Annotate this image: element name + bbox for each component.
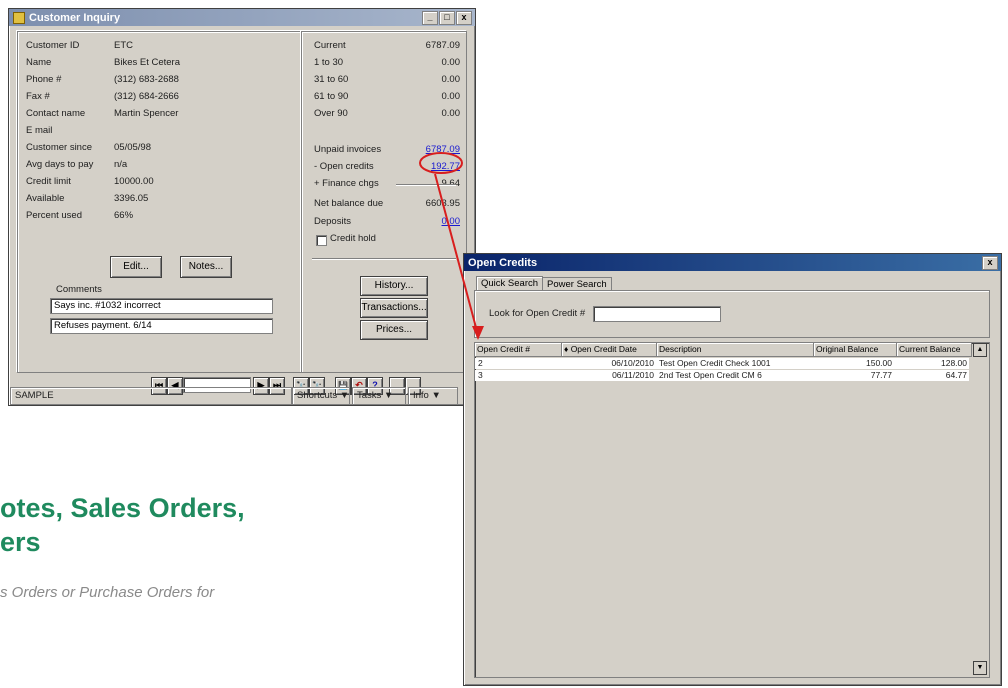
headline-line1: otes, Sales Orders, (0, 493, 245, 523)
maximize-button[interactable]: □ (439, 11, 455, 25)
info-menu[interactable]: Info ▼ (408, 387, 458, 405)
field-value: (312) 684-2666 (114, 91, 179, 102)
field-label: Available (26, 193, 65, 204)
field-value: 05/05/98 (114, 142, 151, 153)
notes-button[interactable]: Notes... (180, 256, 232, 278)
scroll-down-button[interactable]: ▼ (973, 661, 987, 675)
field-label: Percent used (26, 210, 82, 221)
aging-value: 6787.09 (425, 40, 460, 51)
field-label: E mail (26, 125, 53, 136)
aging-label: Current (314, 40, 346, 51)
aging-value: 0.00 (441, 108, 461, 119)
net-balance-label: Net balance due (314, 198, 384, 209)
col-open-credit-date[interactable]: ♦ Open Credit Date (562, 343, 657, 357)
field-label: Customer since (26, 142, 92, 153)
app-icon (13, 11, 25, 24)
cell-number: 3 (478, 370, 483, 380)
comment-line-2[interactable]: Refuses payment. 6/14 (50, 318, 273, 334)
shortcuts-menu[interactable]: Shortcuts ▼ (292, 387, 350, 405)
field-label: Customer ID (26, 40, 80, 51)
open-credits-window: Open Credits x Quick Search Power Search… (463, 253, 1002, 686)
prices-button[interactable]: Prices... (360, 320, 428, 340)
summary-link[interactable]: 6787.09 (426, 144, 460, 155)
summary-label: - Open credits (314, 161, 374, 172)
col-original-balance[interactable]: Original Balance (814, 343, 897, 357)
deposits-label: Deposits (314, 216, 351, 227)
edit-button[interactable]: Edit... (110, 256, 162, 278)
cell-number: 2 (478, 358, 483, 368)
tab-quick-search[interactable]: Quick Search (476, 276, 544, 291)
open-credits-titlebar[interactable]: Open Credits x (464, 254, 1001, 271)
aging-value: 0.00 (441, 91, 461, 102)
cell-original: 150.00 (866, 358, 892, 368)
transactions-button[interactable]: Transactions... (360, 298, 428, 318)
field-value: ETC (114, 40, 133, 51)
cell-current: 128.00 (941, 358, 967, 368)
credit-hold-checkbox[interactable] (316, 235, 327, 246)
cell-date: 06/11/2010 (612, 370, 654, 380)
cell-description: 2nd Test Open Credit CM 6 (659, 370, 762, 380)
field-value: 66% (114, 210, 134, 221)
net-balance-value: 6603.95 (425, 198, 460, 209)
open-credits-grid: Open Credit # ♦ Open Credit Date Descrip… (474, 342, 990, 678)
field-label: Name (26, 57, 52, 68)
minimize-button[interactable]: _ (422, 11, 438, 25)
aging-label: 31 to 60 (314, 74, 349, 85)
aging-label: Over 90 (314, 108, 348, 119)
summary-link[interactable]: 192.77 (431, 161, 460, 172)
customer-info-panel: Customer ID ETC Name Bikes Et Cetera Phone #… (17, 31, 301, 373)
scroll-up-button[interactable]: ▲ (973, 343, 987, 357)
field-label: Contact name (26, 108, 86, 119)
field-value: Bikes Et Cetera (114, 57, 180, 68)
deposits-link[interactable]: 0.00 (442, 216, 461, 227)
field-label: Credit limit (26, 176, 71, 187)
field-value: Martin Spencer (114, 108, 179, 119)
search-label: Look for Open Credit # (489, 308, 586, 319)
summary-divider (396, 184, 456, 186)
search-tab-panel: Look for Open Credit # (474, 290, 990, 338)
status-company: SAMPLE (10, 387, 292, 405)
headline-line2: ers (0, 527, 41, 557)
balance-panel: Current 6787.09 1 to 30 0.00 31 to 60 0.00 61 … (301, 31, 467, 373)
customer-inquiry-window: Customer Inquiry _ □ x Customer ID ETC Nam… (8, 8, 476, 406)
field-label: Fax # (26, 91, 50, 102)
open-credits-close-button[interactable]: x (982, 256, 998, 270)
field-value: n/a (114, 159, 128, 170)
tab-power-search[interactable]: Power Search (542, 277, 612, 291)
comment-line-1[interactable]: Says inc. #1032 incorrect (50, 298, 273, 314)
cell-date: 06/10/2010 (611, 358, 654, 368)
summary-label: + Finance chgs (314, 178, 379, 189)
cell-description: Test Open Credit Check 1001 (659, 358, 771, 368)
aging-value: 0.00 (441, 74, 461, 85)
cell-original: 77.77 (870, 370, 892, 380)
comments-label: Comments (56, 284, 102, 295)
field-value: 10000.00 (114, 176, 154, 187)
col-description[interactable]: Description (657, 343, 814, 357)
aging-label: 1 to 30 (314, 57, 344, 68)
open-credits-title: Open Credits (468, 256, 538, 269)
subline: s Orders or Purchase Orders for (0, 584, 215, 601)
aging-label: 61 to 90 (314, 91, 349, 102)
status-bar: SAMPLE Shortcuts ▼ Tasks ▼ Info ▼ (10, 387, 474, 405)
tasks-menu[interactable]: Tasks ▼ (352, 387, 406, 405)
cell-current: 64.77 (945, 370, 967, 380)
field-value: (312) 683-2688 (114, 74, 179, 85)
history-button[interactable]: History... (360, 276, 428, 296)
aging-value: 0.00 (441, 57, 461, 68)
col-current-balance[interactable]: Current Balance (897, 343, 972, 357)
field-label: Avg days to pay (26, 159, 94, 170)
customer-window-titlebar[interactable]: Customer Inquiry _ □ x (9, 9, 475, 26)
close-button[interactable]: x (456, 11, 472, 25)
field-label: Phone # (26, 74, 62, 85)
right-panel-divider (312, 258, 456, 260)
customer-window-title: Customer Inquiry (29, 11, 121, 24)
open-credit-search-input[interactable] (593, 306, 721, 322)
summary-label: Unpaid invoices (314, 144, 382, 155)
credit-hold-label: Credit hold (330, 233, 376, 244)
col-open-credit-number[interactable]: Open Credit # (475, 343, 562, 357)
field-value: 3396.05 (114, 193, 149, 204)
